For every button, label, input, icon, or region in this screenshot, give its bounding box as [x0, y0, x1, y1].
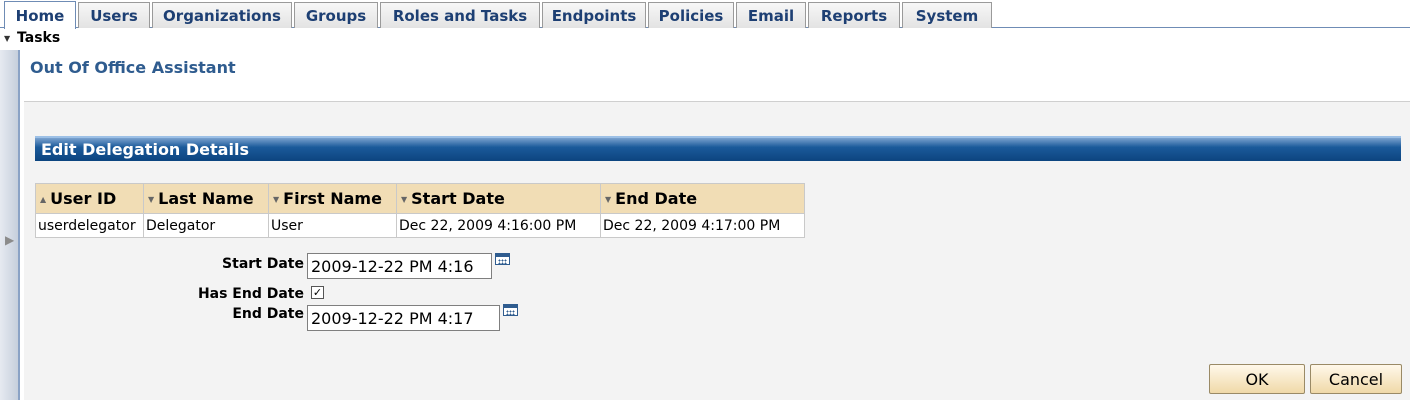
- side-panel-handle[interactable]: ▶: [0, 50, 20, 400]
- collapse-triangle-icon: ▼: [4, 34, 11, 43]
- tab-users[interactable]: Users: [78, 2, 150, 28]
- end-date-label: End Date: [232, 306, 304, 322]
- cell-first-name: User: [268, 213, 397, 238]
- has-end-date-label: Has End Date: [197, 286, 304, 302]
- sort-descending-icon: ▼: [148, 195, 155, 204]
- ok-button[interactable]: OK: [1209, 364, 1305, 394]
- tab-label: System: [915, 6, 979, 25]
- tab-label: Users: [90, 6, 138, 25]
- column-header-first-name[interactable]: ▼ First Name: [268, 183, 397, 214]
- end-date-input[interactable]: [307, 305, 500, 331]
- start-date-calendar-icon[interactable]: [495, 253, 510, 265]
- end-date-calendar-icon[interactable]: [503, 304, 518, 316]
- cell-last-name: Delegator: [143, 213, 269, 238]
- table-row[interactable]: userdelegator Delegator User Dec 22, 200…: [35, 213, 805, 238]
- sort-descending-icon: ▼: [605, 195, 612, 204]
- tab-label: Home: [15, 6, 65, 25]
- checkmark-icon: ✓: [312, 286, 323, 299]
- cancel-button[interactable]: Cancel: [1310, 364, 1402, 394]
- tab-home[interactable]: Home: [4, 1, 76, 29]
- start-date-label: Start Date: [222, 256, 304, 272]
- tab-reports[interactable]: Reports: [808, 2, 900, 28]
- tab-label: Groups: [305, 6, 367, 25]
- delegation-table: ▲ User ID ▼ Last Name ▼ First Name ▼ Start D…: [35, 183, 805, 238]
- sort-ascending-icon: ▲: [40, 195, 47, 204]
- tab-organizations[interactable]: Organizations: [152, 2, 292, 28]
- tasks-label: Tasks: [17, 30, 61, 46]
- column-label: Last Name: [158, 189, 254, 208]
- column-header-end-date[interactable]: ▼ End Date: [600, 183, 805, 214]
- tab-label: Roles and Tasks: [392, 6, 528, 25]
- section-title: Edit Delegation Details: [41, 140, 249, 159]
- column-header-start-date[interactable]: ▼ Start Date: [396, 183, 601, 214]
- column-header-user-id[interactable]: ▲ User ID: [35, 183, 144, 214]
- has-end-date-checkbox[interactable]: ✓: [311, 286, 324, 299]
- tab-label: Email: [747, 6, 795, 25]
- expand-triangle-icon: ▶: [5, 233, 15, 247]
- tab-label: Organizations: [163, 6, 281, 25]
- tab-system[interactable]: System: [902, 2, 992, 28]
- cell-end-date: Dec 22, 2009 4:17:00 PM: [600, 213, 805, 238]
- start-date-input[interactable]: [307, 253, 492, 279]
- sort-descending-icon: ▼: [273, 195, 280, 204]
- tab-policies[interactable]: Policies: [648, 2, 734, 28]
- section-header: Edit Delegation Details: [35, 136, 1401, 161]
- cell-user-id: userdelegator: [35, 213, 144, 238]
- column-header-last-name[interactable]: ▼ Last Name: [143, 183, 269, 214]
- column-label: First Name: [283, 189, 382, 208]
- tab-label: Endpoints: [551, 6, 637, 25]
- sort-descending-icon: ▼: [401, 195, 408, 204]
- column-label: End Date: [615, 189, 698, 208]
- cell-start-date: Dec 22, 2009 4:16:00 PM: [396, 213, 601, 238]
- page-title: Out Of Office Assistant: [30, 58, 236, 77]
- main-tab-bar: Home Users Organizations Groups Roles an…: [0, 0, 1410, 29]
- table-header-row: ▲ User ID ▼ Last Name ▼ First Name ▼ Start D…: [35, 183, 805, 214]
- tab-endpoints[interactable]: Endpoints: [542, 2, 646, 28]
- tab-email[interactable]: Email: [736, 2, 806, 28]
- column-label: User ID: [50, 189, 117, 208]
- tab-roles-and-tasks[interactable]: Roles and Tasks: [380, 2, 540, 28]
- tab-groups[interactable]: Groups: [294, 2, 378, 28]
- tab-label: Reports: [820, 6, 888, 25]
- column-label: Start Date: [411, 189, 505, 208]
- tasks-toggle[interactable]: ▼ Tasks: [0, 29, 1410, 50]
- tab-label: Policies: [658, 6, 724, 25]
